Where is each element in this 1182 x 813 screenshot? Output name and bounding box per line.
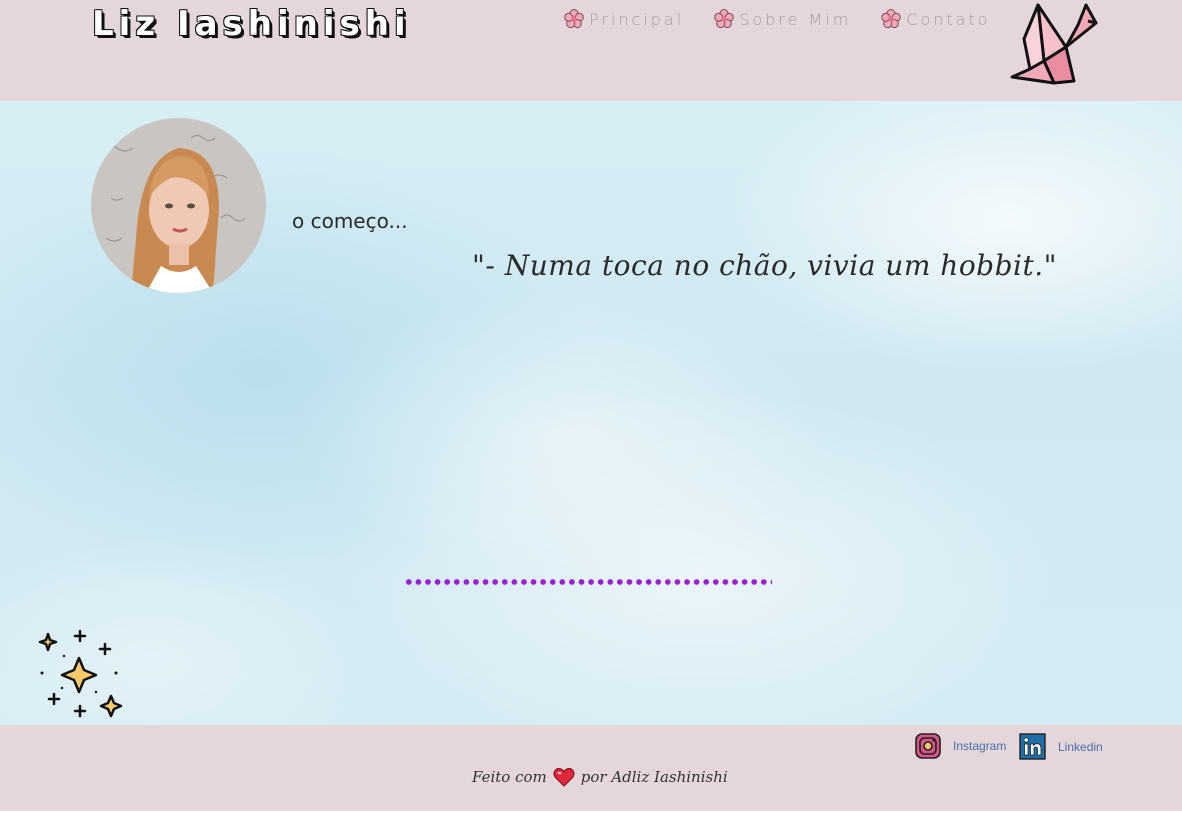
flower-icon [881,9,902,29]
footer-credits: Feito com por Adliz Iashinishi [472,767,728,787]
avatar [91,118,266,293]
instagram-label: Instagram [953,739,1007,753]
instagram-icon [915,733,941,759]
site-title: Liz Iashinishi [92,4,411,44]
hero-section: o começo... "- Numa toca no chão, vivia … [0,101,1182,725]
instagram-link[interactable]: Instagram [915,733,1006,759]
nav-link-label: Principal [589,9,685,29]
linkedin-link[interactable]: Linkedin [1019,733,1103,760]
site-footer: Instagram Linkedin Feito com por Adliz I… [0,725,1182,811]
nav-link-label: Sobre Mim [739,9,852,29]
flower-icon [714,9,734,29]
hobbit-quote: "- Numa toca no chão, vivia um hobbit." [472,249,1058,282]
nav-link-principal[interactable]: Principal [564,9,684,29]
main-nav: Principal Sobre Mim Contato [564,9,1021,29]
dotted-divider [404,578,772,586]
sparkles-icon [38,629,123,718]
heart-icon [553,767,575,787]
nav-link-sobre-mim[interactable]: Sobre Mim [714,9,851,29]
site-header: Liz Iashinishi Principal Sobre Mim Conta… [0,0,1182,101]
linkedin-icon [1019,733,1046,760]
profile-photo [91,118,266,293]
section-heading: o começo... [292,209,408,233]
nav-link-label: Contato [906,9,991,29]
credits-after: por Adliz Iashinishi [580,768,728,786]
flower-icon [564,9,584,29]
nav-link-contato[interactable]: Contato [881,9,990,29]
origami-crane-icon [1010,3,1098,85]
credits-before: Feito com [472,768,547,786]
linkedin-label: Linkedin [1058,739,1103,754]
